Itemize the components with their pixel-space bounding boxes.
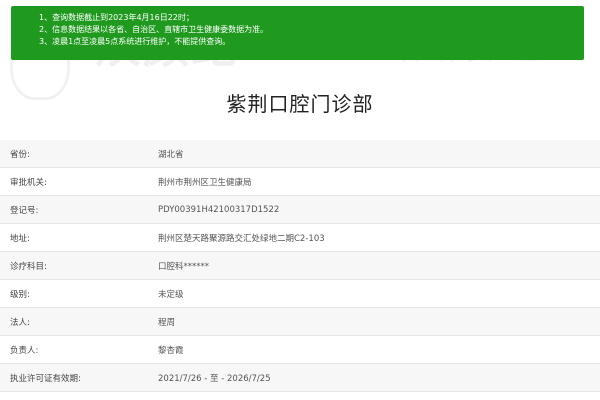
- row-label: 负责人:: [10, 345, 39, 356]
- row-label: 登记号:: [10, 205, 39, 216]
- row-value: 荆州市荆州区卫生健康局: [158, 177, 252, 188]
- row-value: 2021/7/26 - 至 - 2026/7/25: [158, 373, 271, 384]
- table-row: 审批机关: 荆州市荆州区卫生健康局: [0, 168, 600, 196]
- row-value: 湖北省: [158, 149, 184, 160]
- row-label: 审批机关:: [10, 177, 47, 188]
- row-value: 黎杏霞: [158, 345, 184, 356]
- page-title: 紫荆口腔门诊部: [226, 92, 374, 116]
- row-value: 未定级: [158, 289, 184, 300]
- table-row: 法人: 程周: [0, 308, 600, 336]
- row-label: 地址:: [10, 233, 30, 244]
- row-label: 诊疗科目:: [10, 261, 47, 272]
- row-label: 执业许可证有效期:: [10, 373, 81, 384]
- row-label: 级别:: [10, 289, 30, 300]
- row-value: 荆州区楚天路聚源路交汇处绿地二期C2-103: [158, 233, 325, 244]
- notice-line: 1、查询数据截止到2023年4月16日22时；: [39, 13, 194, 22]
- row-label: 省份:: [10, 149, 30, 160]
- table-row: 省份: 湖北省: [0, 140, 600, 168]
- table-row: 负责人: 黎杏霞: [0, 336, 600, 364]
- table-row: 登记号: PDY00391H42100317D1522: [0, 196, 600, 224]
- table-row: 地址: 荆州区楚天路聚源路交汇处绿地二期C2-103: [0, 224, 600, 252]
- table-row: 执业许可证有效期: 2021/7/26 - 至 - 2026/7/25: [0, 364, 600, 392]
- row-label: 法人:: [10, 317, 30, 328]
- row-value: 口腔科******: [158, 261, 210, 272]
- details-table: 省份: 湖北省 审批机关: 荆州市荆州区卫生健康局 登记号: PDY00391H…: [0, 140, 600, 392]
- notice-line: 2、信息数据结果以各省、自治区、直辖市卫生健康委数据为准。: [39, 25, 269, 34]
- notice-banner: 1、查询数据截止到2023年4月16日22时； 2、信息数据结果以各省、自治区、…: [11, 6, 584, 60]
- notice-line: 3、凌晨1点至凌晨5点系统进行维护，不能提供查询。: [39, 37, 231, 46]
- row-value: 程周: [158, 317, 176, 328]
- table-row: 诊疗科目: 口腔科******: [0, 252, 600, 280]
- table-row: 级别: 未定级: [0, 280, 600, 308]
- row-value: PDY00391H42100317D1522: [158, 204, 280, 215]
